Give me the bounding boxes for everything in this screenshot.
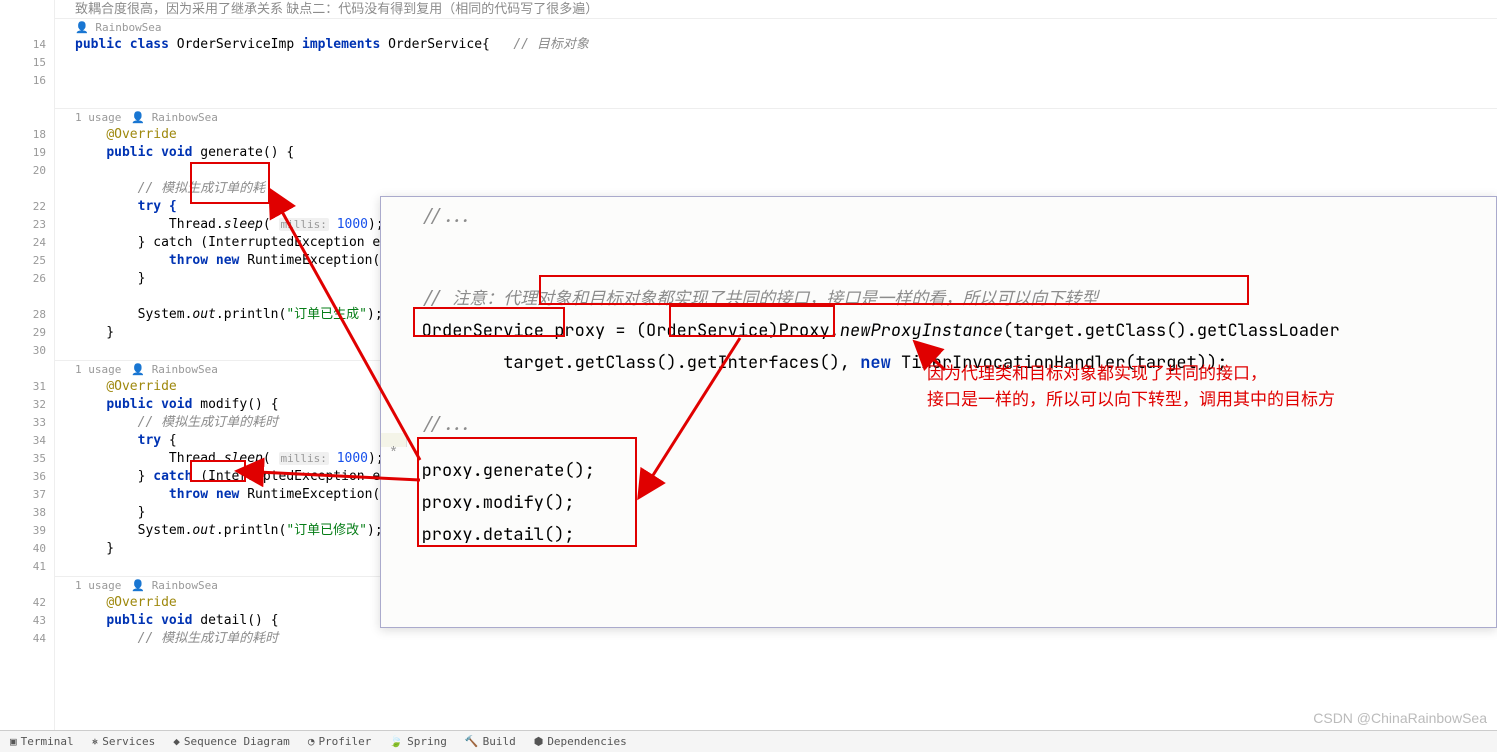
class-declaration: public class OrderServiceImp implements … <box>55 36 1497 54</box>
override-annotation: @Override <box>106 127 176 142</box>
tab-dependencies[interactable]: ⬢ Dependencies <box>534 735 627 748</box>
annotation-text: 因为代理类和目标对象都实现了共同的接口， 接口是一样的，所以可以向下转型，调用其… <box>927 361 1335 413</box>
tool-window-bar: ▣ Terminal ⎈ Services ◆ Sequence Diagram… <box>0 730 1497 752</box>
quickdoc-overlay: //... // 注意：代理对象和目标对象都实现了共同的接口，接口是一样的看，所… <box>380 196 1497 628</box>
tab-profiler[interactable]: ◔ Profiler <box>308 735 372 748</box>
tab-services[interactable]: ⎈ Services <box>92 735 156 748</box>
author-hint: 👤 RainbowSea <box>55 18 1497 36</box>
line-gutter: 14 15 16 18 19 20 22 23 24 25 26 28 29 3… <box>0 0 55 730</box>
line-number: 14 <box>0 36 46 54</box>
watermark: CSDN @ChinaRainbowSea <box>1313 710 1487 726</box>
overlay-gutter-mark: * <box>381 433 407 447</box>
tab-terminal[interactable]: ▣ Terminal <box>10 735 74 748</box>
tab-build[interactable]: 🔨 Build <box>465 735 516 748</box>
tab-sequence-diagram[interactable]: ◆ Sequence Diagram <box>173 735 290 748</box>
tab-spring[interactable]: 🍃 Spring <box>389 735 446 748</box>
doc-comment: 致耦合度很高，因为采用了继承关系 缺点二：代码没有得到复用（相同的代码写了很多遍… <box>75 1 598 16</box>
usage-hint[interactable]: 1 usage👤 RainbowSea <box>55 108 1497 126</box>
method-generate: public void generate() { <box>55 144 1497 162</box>
